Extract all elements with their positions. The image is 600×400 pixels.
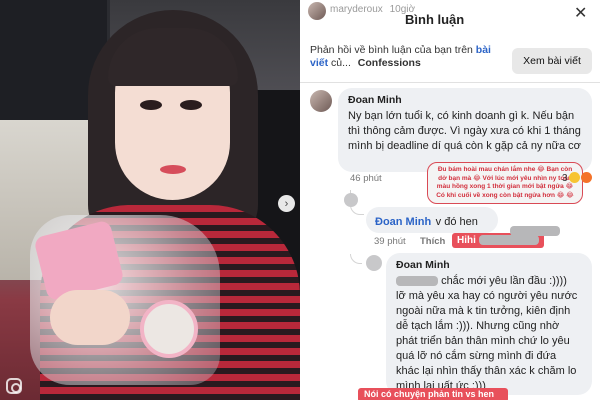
view-post-button[interactable]: Xem bài viết <box>512 48 592 74</box>
reply-avatar[interactable] <box>344 193 358 207</box>
haha-icon <box>568 172 580 183</box>
lips <box>160 165 186 174</box>
comment-time: 46 phút <box>350 173 382 184</box>
hand <box>50 290 130 345</box>
left-eye <box>140 100 162 110</box>
panel-title: Bình luận <box>405 12 465 27</box>
comment-author[interactable]: Đoan Minh <box>348 94 582 106</box>
divider <box>300 82 600 83</box>
redacted-text <box>478 235 539 246</box>
close-icon[interactable]: ✕ <box>574 3 587 23</box>
snack-cup <box>140 300 198 358</box>
comments-panel: maryderoux 10giờ Bình luận ✕ Phản hồi về… <box>300 0 600 400</box>
comment-bubble-2[interactable]: Đoan Minh chắc mới yêu lần đầu :)))) lỡ … <box>386 253 592 395</box>
caption-overlay: Đu bám hoài mau chán lắm nhe 😂 Bạn còn d… <box>427 162 583 204</box>
story-photo: › <box>0 0 300 400</box>
page-name[interactable]: Confessions <box>358 57 421 69</box>
bottom-caption: Nói có chuyện phản tin vs hen <box>358 388 508 400</box>
reaction-count[interactable]: 3 <box>562 172 592 184</box>
reply-bubble[interactable]: Đoan Minh v đó hen <box>366 207 498 233</box>
instagram-icon <box>6 378 22 394</box>
next-arrow-icon[interactable]: › <box>278 195 295 212</box>
wow-icon <box>580 172 592 183</box>
comment-text: Ny bạn lớn tuổi k, có kinh doanh gì k. N… <box>348 110 581 152</box>
redacted-block <box>510 226 560 236</box>
comment-text-2: lỡ mà yêu xa hay có người yêu nước ngoài… <box>396 290 578 392</box>
redacted-name <box>396 276 438 287</box>
commenter-avatar[interactable] <box>310 90 332 112</box>
right-eye <box>180 100 202 110</box>
panel-header: maryderoux 10giờ Bình luận ✕ <box>300 0 600 36</box>
reply-mention[interactable]: Đoan Minh <box>375 216 431 228</box>
reply-time: 39 phút <box>374 236 406 247</box>
like-button[interactable]: Thích <box>420 236 445 247</box>
reply-context: Phản hồi về bình luận của bạn trên bài v… <box>310 44 491 69</box>
comment-author-2[interactable]: Đoan Minh <box>396 259 582 271</box>
story-username[interactable]: maryderoux 10giờ <box>330 4 415 15</box>
commenter-avatar-2[interactable] <box>366 255 382 271</box>
reply-text: v đó hen <box>435 216 478 228</box>
story-avatar[interactable] <box>308 2 326 20</box>
comment-bubble[interactable]: Đoan Minh Ny bạn lớn tuổi k, có kinh doa… <box>338 88 592 172</box>
comment-line-1: chắc mới yêu lần đầu :)))) <box>396 274 582 289</box>
thread-line-2 <box>350 254 362 264</box>
